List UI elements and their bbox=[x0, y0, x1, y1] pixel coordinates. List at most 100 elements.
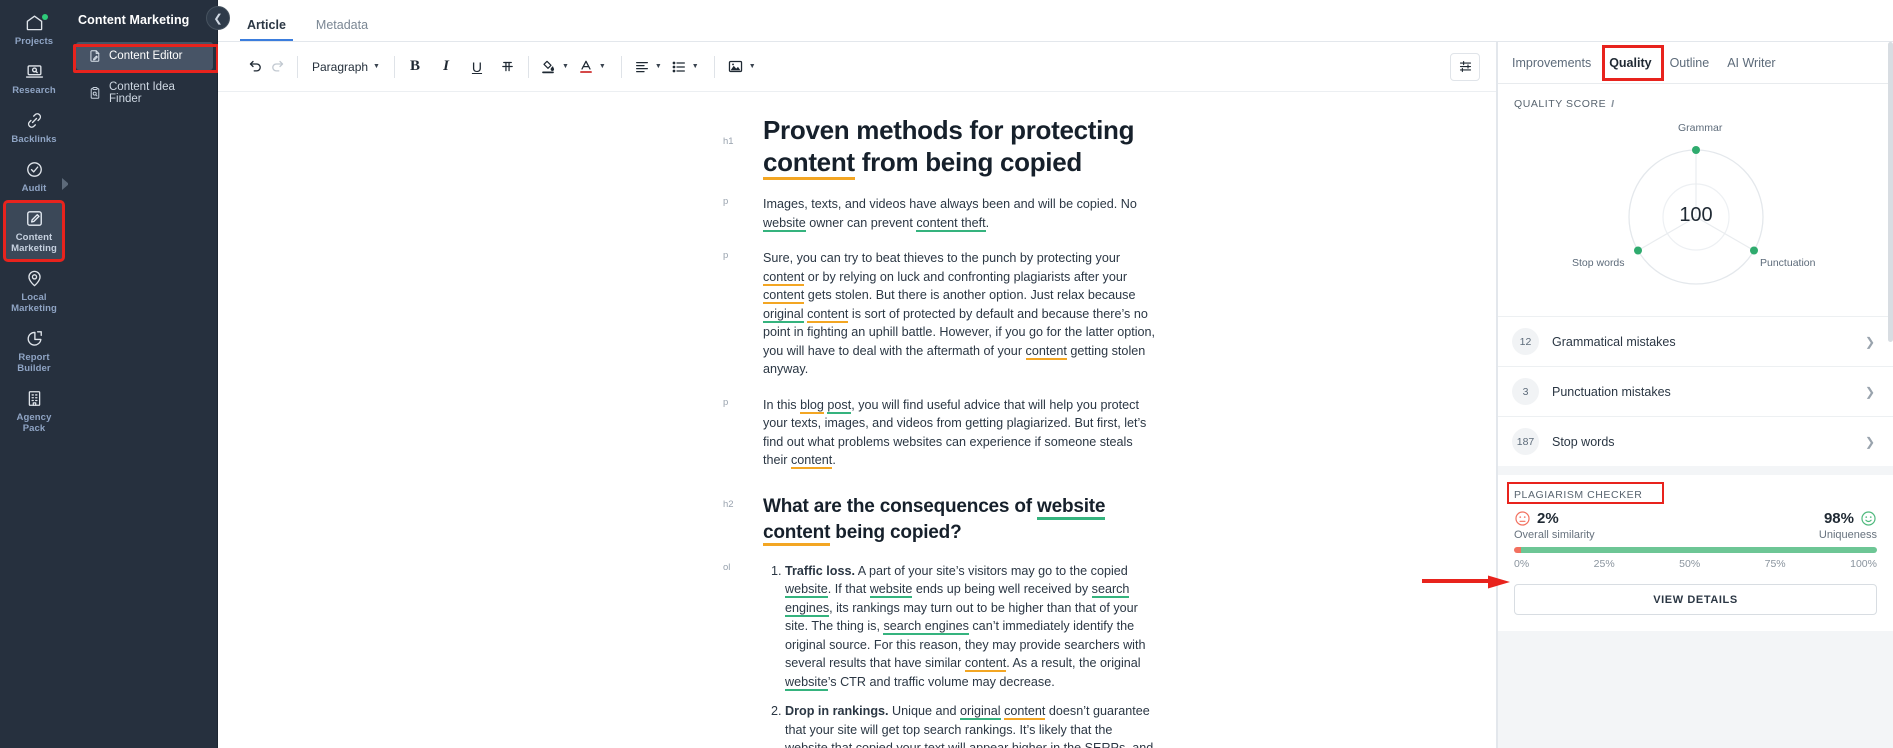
rail-item-audit[interactable]: Audit bbox=[5, 153, 63, 200]
highlighted-term[interactable]: content bbox=[763, 269, 805, 286]
highlighted-term[interactable]: content bbox=[807, 306, 849, 323]
paragraph[interactable]: Sure, you can try to beat thieves to the… bbox=[763, 249, 1156, 379]
rail-item-agency-pack[interactable]: Agency Pack bbox=[5, 382, 63, 440]
section-heading[interactable]: What are the consequences of website con… bbox=[763, 494, 1156, 546]
chevron-down-icon[interactable]: ▼ bbox=[655, 63, 662, 70]
metric-row-stop-words[interactable]: 187 Stop words ❯ bbox=[1498, 416, 1893, 466]
doc-block[interactable]: p Images, texts, and videos have always b… bbox=[218, 195, 1456, 232]
text-run: ends up being well received by bbox=[912, 582, 1092, 596]
block-format-dropdown[interactable]: Paragraph ▼ bbox=[307, 60, 385, 74]
highlighted-term[interactable]: website bbox=[785, 674, 828, 691]
axis-tick: 0% bbox=[1514, 558, 1530, 570]
highlighted-term[interactable]: original bbox=[959, 704, 1001, 720]
chevron-down-icon[interactable]: ▼ bbox=[599, 63, 606, 70]
highlighted-term[interactable]: website bbox=[1037, 495, 1105, 520]
document-scrollbar[interactable] bbox=[1888, 42, 1893, 748]
underline-button[interactable]: U bbox=[466, 53, 488, 81]
highlighted-term[interactable]: website bbox=[869, 582, 913, 598]
check-circle-icon bbox=[25, 160, 44, 179]
quality-score-title: QUALITY SCORE bbox=[1514, 98, 1607, 110]
view-details-button[interactable]: VIEW DETAILS bbox=[1514, 584, 1877, 615]
article-body[interactable]: h1 Proven methods for protecting content … bbox=[218, 92, 1496, 748]
doc-block[interactable]: p In this blog post, you will find useful… bbox=[218, 396, 1456, 470]
tab-improvements[interactable]: Improvements bbox=[1512, 56, 1591, 70]
view-details-label: VIEW DETAILS bbox=[1653, 593, 1738, 606]
chevron-down-icon[interactable]: ▼ bbox=[692, 63, 699, 70]
list-item[interactable]: Traffic loss. A part of your site’s visi… bbox=[785, 562, 1156, 692]
highlighted-term[interactable]: content bbox=[763, 147, 855, 180]
metric-list: 12 Grammatical mistakes ❯ 3 Punctuation … bbox=[1498, 316, 1893, 466]
radar-point-stopwords bbox=[1634, 246, 1642, 255]
sidebar-item-content-idea-finder[interactable]: Content Idea Finder bbox=[76, 74, 213, 112]
strikethrough-button[interactable] bbox=[497, 53, 519, 81]
highlighted-term[interactable]: content bbox=[791, 453, 833, 469]
ordered-list[interactable]: Traffic loss. A part of your site’s visi… bbox=[763, 562, 1156, 748]
text-run: What are the consequences of bbox=[763, 495, 1037, 517]
metric-row-grammatical-mistakes[interactable]: 12 Grammatical mistakes ❯ bbox=[1498, 316, 1893, 366]
italic-button[interactable]: I bbox=[435, 53, 457, 81]
rail-item-content-marketing[interactable]: Content Marketing bbox=[3, 200, 65, 262]
highlighted-term[interactable]: original bbox=[763, 306, 804, 323]
redo-button[interactable] bbox=[266, 53, 288, 81]
undo-button[interactable] bbox=[244, 53, 266, 81]
editor-settings-button[interactable] bbox=[1450, 52, 1480, 81]
highlighted-term[interactable]: search engines bbox=[883, 619, 969, 635]
chevron-down-icon[interactable]: ▼ bbox=[562, 63, 569, 70]
tab-ai-writer[interactable]: AI Writer bbox=[1727, 56, 1775, 70]
quality-radar-chart: 100 Grammar Punctuation Stop words bbox=[1514, 114, 1877, 306]
highlighted-term[interactable]: website bbox=[763, 215, 806, 232]
highlighted-term[interactable]: content bbox=[1004, 704, 1046, 720]
metric-count: 3 bbox=[1512, 378, 1539, 405]
text-run: . bbox=[832, 453, 836, 467]
rail-item-report-builder[interactable]: Report Builder bbox=[5, 322, 63, 380]
rail-item-research[interactable]: Research bbox=[5, 55, 63, 102]
pencil-square-icon bbox=[25, 209, 44, 228]
plagiarism-title: PLAGIARISM CHECKER bbox=[1514, 489, 1643, 501]
doc-block[interactable]: ol Traffic loss. A part of your site’s vi… bbox=[218, 562, 1456, 748]
paragraph[interactable]: In this blog post, you will find useful … bbox=[763, 396, 1156, 470]
align-button[interactable] bbox=[631, 53, 653, 81]
pie-chart-icon bbox=[25, 329, 44, 348]
paragraph[interactable]: Images, texts, and videos have always be… bbox=[763, 195, 1156, 232]
highlight-color-button[interactable] bbox=[538, 53, 560, 81]
bold-button[interactable]: B bbox=[404, 53, 426, 81]
metric-row-punctuation-mistakes[interactable]: 3 Punctuation mistakes ❯ bbox=[1498, 366, 1893, 416]
editor-toolbar: Paragraph ▼ B I U ▼ ▼ ▼ ▼ ▼ bbox=[218, 42, 1496, 92]
sidebar-collapse-button[interactable]: ❮ bbox=[206, 6, 230, 30]
doc-block[interactable]: h2 What are the consequences of website c… bbox=[218, 494, 1456, 546]
page-title[interactable]: Proven methods for protecting content fr… bbox=[763, 114, 1156, 180]
highlighted-term[interactable]: content bbox=[964, 656, 1007, 672]
doc-block[interactable]: h1 Proven methods for protecting content … bbox=[218, 114, 1456, 180]
tab-outline[interactable]: Outline bbox=[1670, 56, 1710, 70]
toolbar-right-group bbox=[1450, 52, 1480, 81]
similarity-value: 2% bbox=[1537, 510, 1559, 527]
highlighted-term[interactable]: blog bbox=[800, 397, 824, 414]
highlighted-term[interactable]: content bbox=[1025, 343, 1067, 360]
text-run: owner can prevent bbox=[805, 215, 917, 230]
rail-item-projects[interactable]: Projects bbox=[5, 6, 63, 53]
rail-item-local-marketing[interactable]: Local Marketing bbox=[5, 262, 63, 320]
highlighted-term[interactable]: content theft bbox=[916, 215, 986, 232]
rail-label: Projects bbox=[14, 36, 54, 47]
highlighted-term[interactable]: content bbox=[763, 288, 805, 304]
highlighted-term[interactable]: website bbox=[785, 741, 828, 748]
highlighted-term[interactable]: website bbox=[785, 582, 828, 598]
text-color-button[interactable] bbox=[575, 53, 597, 81]
tab-article[interactable]: Article bbox=[240, 18, 293, 41]
doc-block[interactable]: p Sure, you can try to beat thieves to th… bbox=[218, 249, 1456, 379]
list-button[interactable] bbox=[668, 53, 690, 81]
chevron-down-icon[interactable]: ▼ bbox=[749, 63, 756, 70]
editor-and-panel: Paragraph ▼ B I U ▼ ▼ ▼ ▼ ▼ h1 Proven me… bbox=[218, 42, 1893, 748]
underline-icon: U bbox=[471, 58, 483, 75]
highlighted-term[interactable]: text bbox=[924, 741, 945, 748]
list-item[interactable]: Drop in rankings. Unique and original co… bbox=[785, 702, 1156, 748]
highlighted-term[interactable]: content bbox=[763, 521, 830, 546]
highlighted-term[interactable]: post bbox=[827, 397, 852, 414]
image-button[interactable] bbox=[724, 53, 747, 81]
document-scroll-area[interactable]: h1 Proven methods for protecting content … bbox=[218, 92, 1496, 748]
tab-quality[interactable]: Quality bbox=[1609, 56, 1651, 70]
tab-metadata[interactable]: Metadata bbox=[312, 18, 372, 41]
info-icon[interactable]: i bbox=[1611, 99, 1614, 110]
sidebar-item-content-editor[interactable]: Content Editor bbox=[76, 42, 213, 70]
rail-item-backlinks[interactable]: Backlinks bbox=[5, 104, 63, 151]
